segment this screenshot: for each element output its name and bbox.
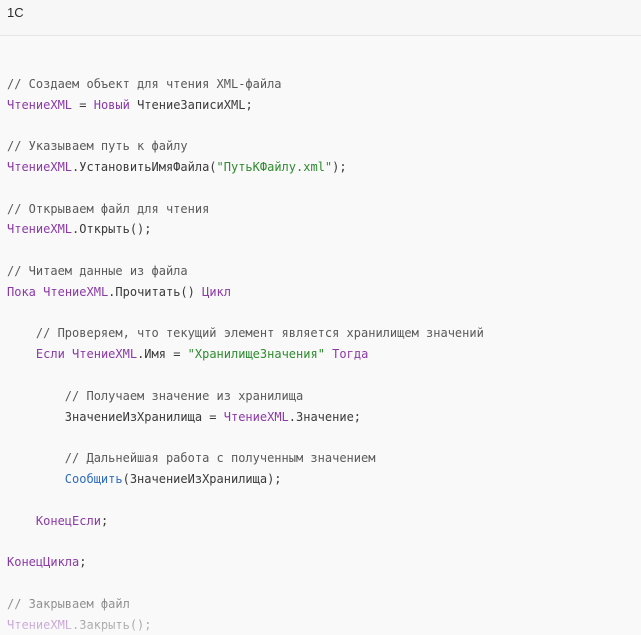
code-token-comment: // Указываем путь к файлу	[7, 139, 188, 154]
code-token-comment: // Читаем данные из файла	[7, 263, 188, 278]
code-token-comment: // Создаем объект для чтения XML-файла	[7, 76, 282, 91]
code-line: ЧтениеXML.Открыть();	[7, 219, 641, 240]
code-token-var: ЧтениеXML	[43, 284, 109, 299]
code-line: Если ЧтениеXML.Имя = "ХранилищеЗначения"…	[7, 344, 641, 365]
code-token-plain: .Открыть();	[72, 222, 152, 237]
code-token-kw: Пока	[7, 284, 36, 299]
code-token-var: ЧтениеXML	[7, 97, 73, 112]
code-block: 1С // Создаем объект для чтения XML-файл…	[0, 0, 641, 635]
code-token-plain: .Имя =	[137, 347, 188, 362]
code-token-comment: // Проверяем, что текущий элемент являет…	[7, 326, 484, 341]
code-token-plain: (ЗначениеИзХранилища);	[122, 471, 282, 486]
code-line: // Получаем значение из хранилища	[7, 386, 641, 407]
code-token-plain: );	[332, 159, 347, 174]
code-token-plain: .Закрыть();	[72, 617, 152, 632]
code-token-plain: ЗначениеИзХранилища =	[7, 409, 224, 424]
code-token-plain: ЧтениеЗаписиXML;	[129, 97, 253, 112]
code-line: // Закрываем файл	[7, 594, 641, 615]
code-token-comment: // Закрываем файл	[7, 596, 130, 611]
code-token-var: ЧтениеXML	[72, 347, 138, 362]
code-line: Пока ЧтениеXML.Прочитать() Цикл	[7, 282, 641, 303]
code-token-str: "ПутьКФайлу.xml"	[216, 159, 333, 174]
code-line: ЧтениеXML.Закрыть();	[7, 615, 641, 635]
code-content[interactable]: // Создаем объект для чтения XML-файла Чт…	[7, 53, 641, 635]
code-token-var: ЧтениеXML	[223, 409, 289, 424]
code-token-plain: .Значение;	[288, 409, 362, 424]
code-token-fn: Сообщить	[64, 471, 123, 486]
code-line: // Указываем путь к файлу	[7, 136, 641, 157]
code-line: КонецЦикла;	[7, 552, 641, 573]
code-token-plain: .Прочитать()	[108, 284, 203, 299]
code-line: Сообщить(ЗначениеИзХранилища);	[7, 469, 641, 490]
code-line: // Создаем объект для чтения XML-файла	[7, 74, 641, 95]
code-line: // Дальнейшая работа с полученным значен…	[7, 448, 641, 469]
code-line: ЗначениеИзХранилища = ЧтениеXML.Значение…	[7, 407, 641, 428]
code-line: ЧтениеXML = Новый ЧтениеЗаписиXML;	[7, 95, 641, 116]
code-token-kw: Цикл	[202, 284, 231, 299]
code-token-str: "ХранилищеЗначения"	[187, 347, 325, 362]
code-line: КонецЕсли;	[7, 511, 641, 532]
code-token-kw: Тогда	[332, 347, 369, 362]
code-line: ЧтениеXML.УстановитьИмяФайла("ПутьКФайлу…	[7, 157, 641, 178]
language-label: 1С	[7, 5, 24, 20]
code-token-kw: КонецЦикла	[7, 555, 80, 570]
code-token-var: ЧтениеXML	[7, 617, 73, 632]
code-token-kw: КонецЕсли	[35, 513, 101, 528]
code-token-comment: // Дальнейшая работа с полученным значен…	[7, 451, 376, 466]
code-token-plain: ;	[100, 513, 109, 528]
code-header: 1С	[0, 0, 641, 36]
code-token-var: ЧтениеXML	[7, 159, 73, 174]
code-token-plain: =	[72, 97, 94, 112]
code-token-comment: // Открываем файл для чтения	[7, 201, 210, 216]
code-line: // Читаем данные из файла	[7, 261, 641, 282]
code-line: // Проверяем, что текущий элемент являет…	[7, 323, 641, 344]
code-token-var: ЧтениеXML	[7, 222, 73, 237]
code-line: // Открываем файл для чтения	[7, 199, 641, 220]
code-token-kw: Если	[35, 347, 65, 362]
code-token-plain: .УстановитьИмяФайла(	[72, 159, 217, 174]
code-token-kw: Новый	[93, 97, 130, 112]
code-token-comment: // Получаем значение из хранилища	[7, 388, 304, 403]
code-token-plain: ;	[79, 555, 87, 570]
